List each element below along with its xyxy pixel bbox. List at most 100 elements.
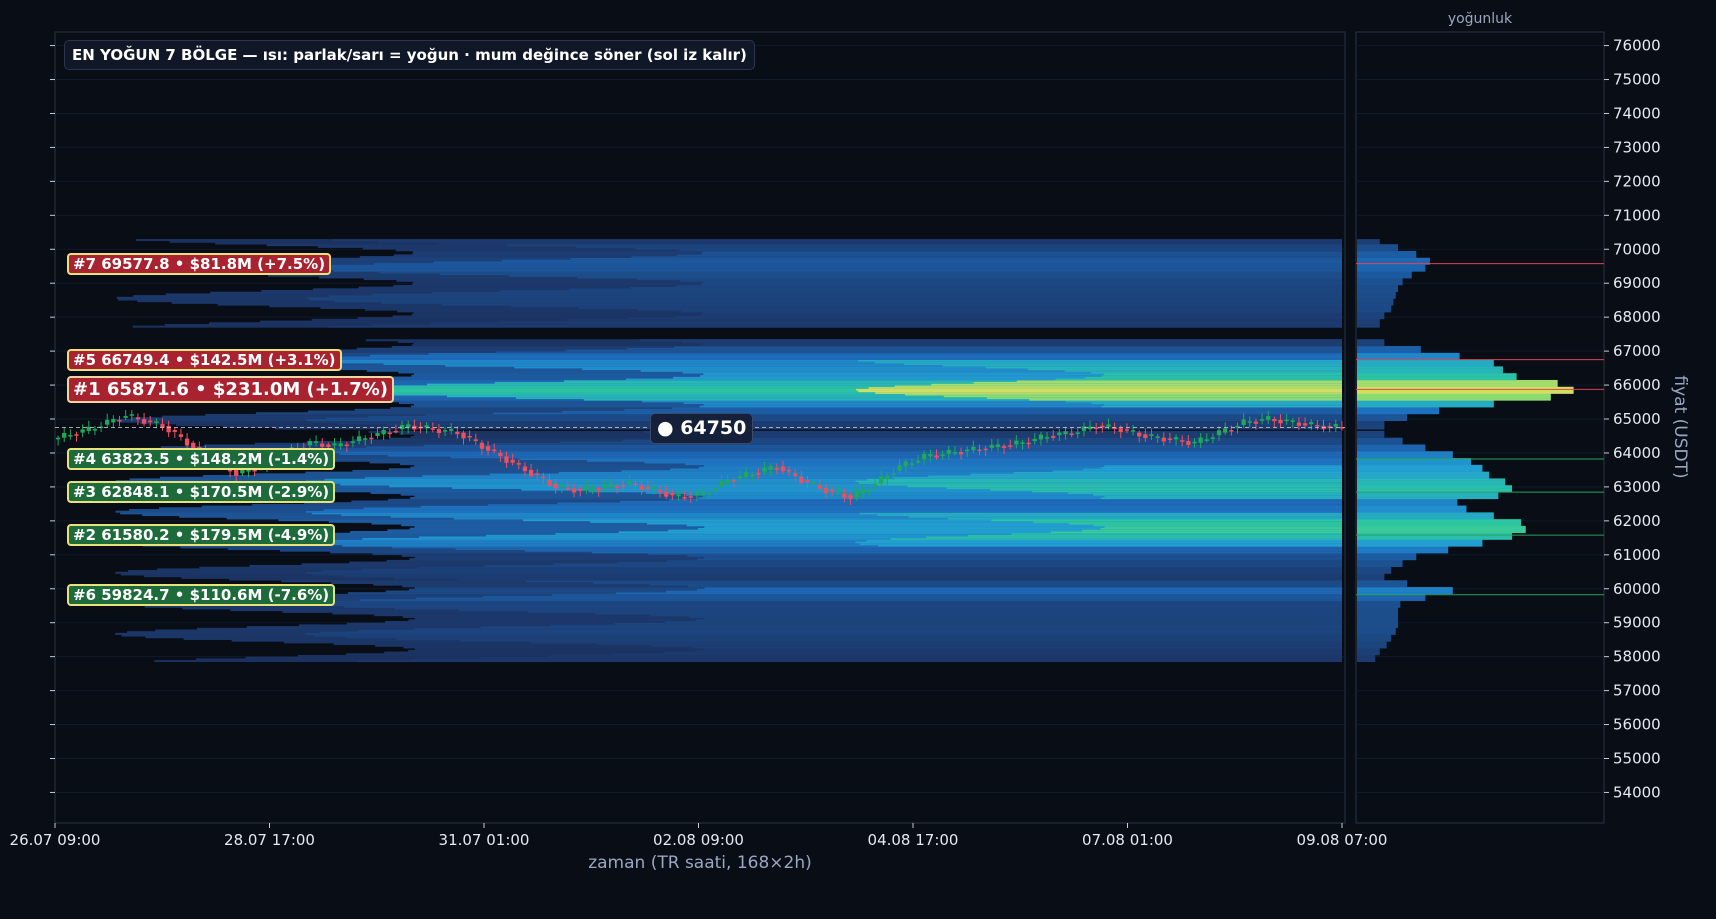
candle-body: [596, 488, 601, 491]
y-tick-label: 75000: [1613, 71, 1661, 89]
candle-body: [1014, 440, 1019, 445]
candle-body: [614, 486, 620, 488]
candle-body: [498, 452, 503, 456]
candle-body: [836, 491, 841, 493]
candle-body: [608, 483, 614, 487]
candle-body: [344, 444, 349, 446]
heat-band: [332, 239, 1343, 242]
x-tick-label: 02.08 09:00: [653, 831, 744, 849]
candle-body: [1173, 437, 1179, 440]
y-tick-label: 60000: [1613, 580, 1661, 598]
y-tick-label: 63000: [1613, 478, 1661, 496]
candle-body: [915, 461, 921, 463]
x-tick-label: 28.07 17:00: [224, 831, 315, 849]
candle-body: [719, 480, 724, 487]
candle-body: [885, 475, 890, 480]
candle-body: [1186, 441, 1191, 445]
x-tick-label: 04.08 17:00: [868, 831, 959, 849]
y-tick-label: 69000: [1613, 274, 1661, 292]
candle-body: [111, 418, 116, 423]
candle-body: [928, 454, 933, 457]
candle-body: [473, 439, 478, 441]
candle-body: [645, 486, 650, 490]
y-tick-label: 76000: [1613, 37, 1661, 55]
candle-body: [504, 456, 509, 463]
candle-body: [449, 428, 454, 431]
candle-body: [1149, 434, 1154, 436]
candle-body: [74, 434, 79, 436]
candle-body: [442, 430, 448, 432]
candle-body: [995, 444, 1001, 448]
x-axis-label: zaman (TR saati, 168×2h): [588, 853, 812, 873]
candle-body: [492, 449, 497, 452]
candle-body: [854, 490, 859, 498]
profile-plot-frame: [1355, 31, 1605, 824]
candle-body: [694, 492, 700, 496]
candle-body: [135, 417, 141, 420]
y-tick-label: 62000: [1613, 512, 1661, 530]
candle-body: [1057, 432, 1062, 436]
candle-body: [467, 435, 472, 438]
candle-body: [817, 485, 822, 489]
candle-body: [1032, 439, 1037, 442]
y-tick-label: 72000: [1613, 172, 1661, 190]
x-tick-label: 26.07 09:00: [10, 831, 101, 849]
candle-body: [356, 436, 362, 442]
x-tick-label: 07.08 01:00: [1082, 831, 1173, 849]
zone-label-rank-2: #2 61580.2 • $179.5M (-4.9%): [67, 524, 336, 547]
candle-body: [1051, 435, 1056, 438]
candle-body: [848, 495, 853, 499]
candle-body: [1069, 433, 1074, 435]
candle-body: [872, 483, 878, 487]
candle-body: [172, 430, 177, 432]
candle-body: [105, 419, 110, 425]
candle-body: [541, 476, 546, 479]
candle-body: [805, 480, 810, 483]
candle-body: [639, 485, 644, 490]
candle-body: [485, 446, 491, 451]
candle-body: [1001, 446, 1007, 448]
candle-body: [946, 449, 951, 454]
candle-body: [535, 473, 540, 475]
candle-body: [55, 437, 61, 440]
candle-body: [479, 442, 485, 449]
profile-bar: [1357, 430, 1385, 433]
y-axis-label: fiyat (USDT): [1670, 375, 1690, 478]
candle-body: [731, 480, 736, 482]
current-price-badge: ● 64750: [650, 412, 754, 444]
y-tick-label: 64000: [1613, 444, 1661, 462]
candle-body: [774, 468, 779, 470]
candle-body: [1302, 423, 1308, 426]
candle-body: [1008, 445, 1013, 447]
candle-body: [725, 479, 730, 484]
y-tick-label: 54000: [1613, 783, 1661, 801]
candle-body: [1143, 434, 1148, 438]
candle-body: [584, 486, 589, 491]
candle-body: [455, 431, 460, 435]
zone-label-rank-6: #6 59824.7 • $110.6M (-7.6%): [67, 583, 336, 606]
candle-body: [823, 487, 829, 494]
candle-body: [922, 453, 927, 459]
candle-body: [793, 473, 798, 477]
candle-body: [166, 425, 171, 433]
candle-body: [768, 466, 773, 470]
y-tick-label: 59000: [1613, 614, 1661, 632]
candle-body: [178, 434, 184, 437]
candle-body: [1259, 419, 1265, 421]
candle-body: [332, 443, 337, 446]
candle-body: [338, 443, 343, 447]
y-tick-label: 73000: [1613, 138, 1661, 156]
candle-body: [1106, 424, 1111, 427]
candle-body: [375, 433, 380, 436]
candle-body: [1223, 428, 1228, 433]
candle-body: [1296, 422, 1302, 426]
candle-body: [326, 444, 331, 448]
candle-body: [1253, 421, 1259, 424]
candle-body: [123, 416, 128, 418]
candle-body: [1118, 428, 1123, 433]
candle-body: [602, 485, 607, 488]
candle-body: [1026, 442, 1031, 445]
candle-body: [866, 489, 872, 492]
candle-body: [547, 480, 552, 486]
candle-body: [860, 489, 865, 494]
